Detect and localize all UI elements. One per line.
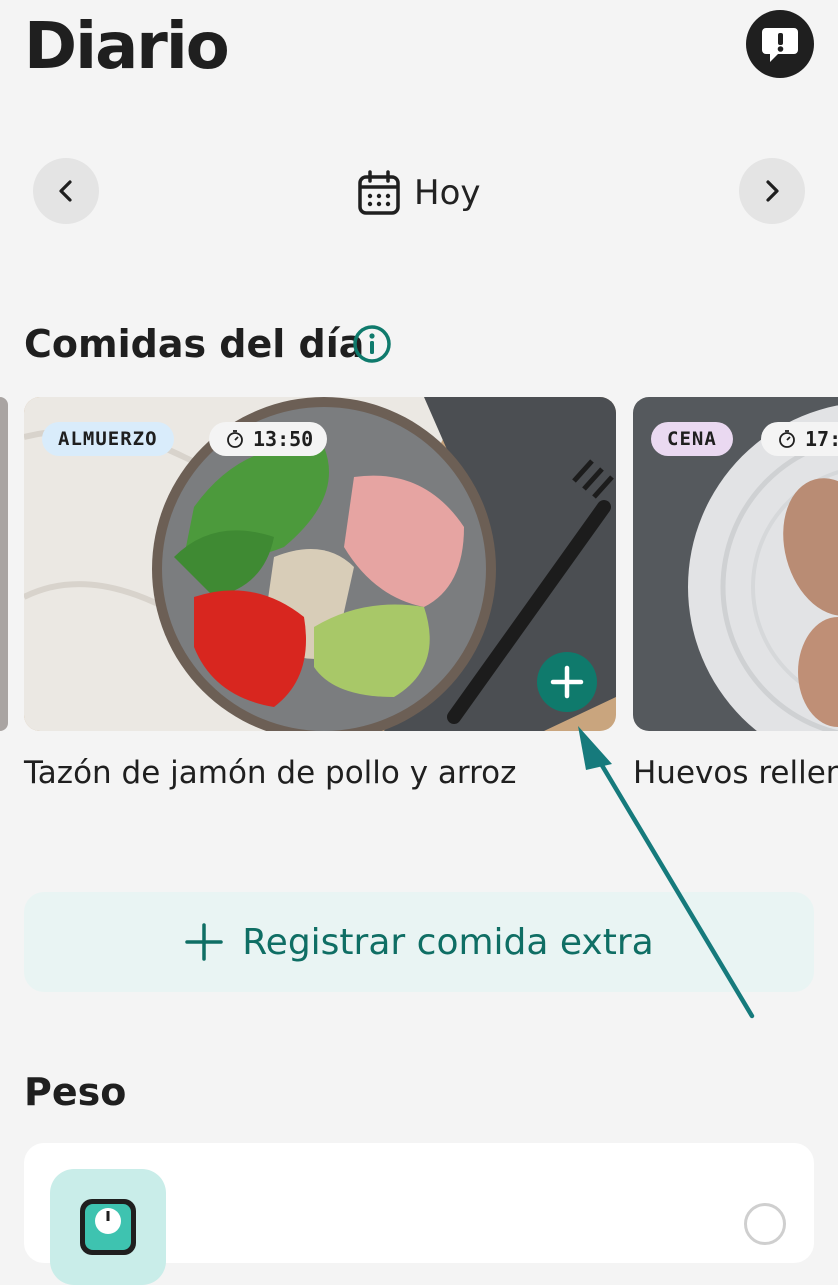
weight-section-title: Peso [24,1070,127,1114]
annotation-arrow [578,726,755,1019]
scale-icon-tile [50,1169,166,1285]
weight-card[interactable] [24,1143,814,1285]
scale-icon [80,1199,136,1255]
weight-check-circle[interactable] [744,1203,786,1245]
